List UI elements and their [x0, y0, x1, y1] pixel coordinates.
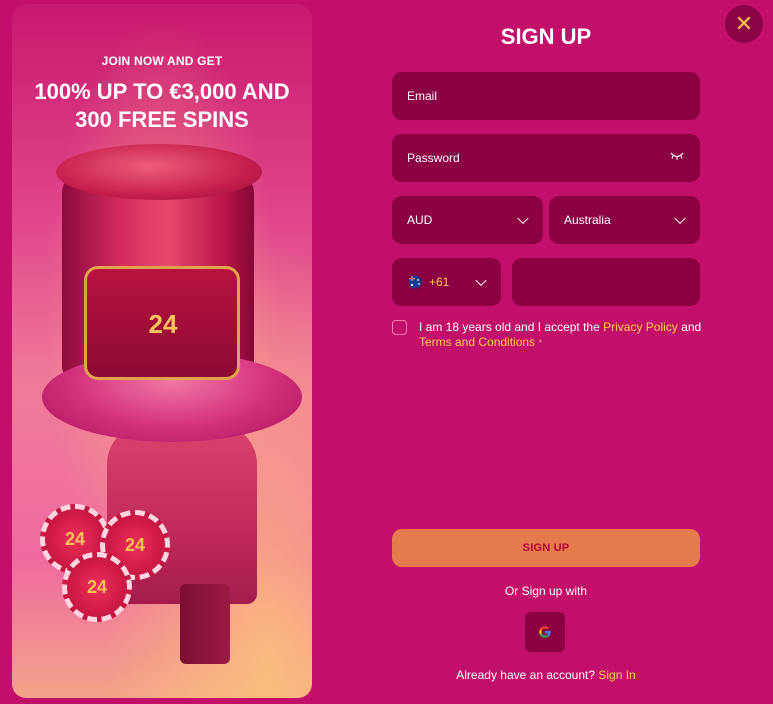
character-legs	[180, 584, 230, 664]
signin-prompt: Already have an account? Sign In	[392, 668, 700, 682]
casino-chip: 24	[62, 552, 132, 622]
privacy-policy-link[interactable]: Privacy Policy	[603, 320, 678, 334]
chevron-down-icon	[674, 212, 686, 225]
email-field[interactable]	[392, 89, 700, 103]
currency-select[interactable]: AUD	[392, 196, 543, 244]
social-signup-label: Or Sign up with	[504, 584, 588, 598]
phone-code-value: +61	[429, 275, 450, 289]
terms-link[interactable]: Terms and Conditions	[419, 335, 535, 349]
sign-up-button[interactable]: SIGN UP	[392, 529, 700, 567]
chevron-down-icon	[517, 212, 529, 225]
consent-prefix: I am 18 years old and I accept the	[419, 320, 600, 334]
hat-logo: 24	[148, 309, 178, 339]
required-mark: *	[538, 338, 543, 349]
google-signup-button[interactable]	[525, 612, 565, 652]
password-field[interactable]	[392, 151, 700, 165]
phone-field-wrapper	[512, 258, 700, 306]
close-icon: ✕	[734, 11, 754, 36]
consent-and: and	[681, 320, 702, 334]
promo-headline: 100% UP TO €3,000 AND 300 FREE SPINS	[34, 79, 290, 132]
page-title: SIGN UP	[500, 24, 592, 49]
hat-crown-top	[56, 144, 262, 200]
phone-code-select[interactable]: +61	[392, 258, 501, 306]
promo-banner: JOIN NOW AND GET 100% UP TO €3,000 AND 3…	[12, 4, 312, 698]
promo-subtitle: JOIN NOW AND GET	[101, 54, 223, 68]
google-icon	[539, 626, 551, 638]
country-select[interactable]: Australia	[549, 196, 700, 244]
currency-value: AUD	[407, 213, 433, 227]
eye-closed-icon[interactable]	[670, 152, 684, 160]
have-account-text: Already have an account?	[456, 668, 596, 682]
country-value: Australia	[564, 213, 611, 227]
password-field-wrapper	[392, 134, 700, 182]
close-button[interactable]: ✕	[725, 5, 763, 43]
email-field-wrapper	[392, 72, 700, 120]
consent-text: I am 18 years old and I accept the Priva…	[419, 320, 709, 351]
age-consent-checkbox[interactable]	[392, 320, 407, 335]
phone-field[interactable]	[512, 275, 700, 289]
australia-flag-icon	[408, 275, 422, 289]
chevron-down-icon	[475, 274, 487, 287]
sign-in-link[interactable]: Sign In	[598, 668, 635, 682]
